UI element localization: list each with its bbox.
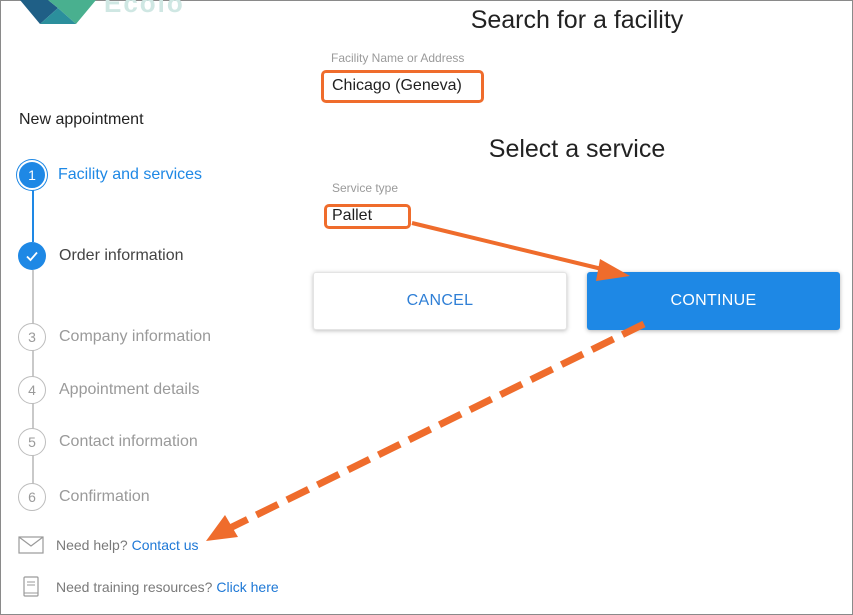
step-facility-and-services[interactable]: 1 Facility and services bbox=[18, 160, 202, 190]
step-number-badge: 4 bbox=[18, 376, 46, 404]
sidebar-title: New appointment bbox=[19, 111, 144, 128]
facility-search-heading: Search for a facility bbox=[470, 6, 684, 34]
facility-input[interactable]: Chicago (Geneva) bbox=[332, 77, 462, 95]
step-company-information[interactable]: 3 Company information bbox=[18, 322, 211, 352]
service-type-select[interactable]: Pallet bbox=[332, 207, 372, 225]
training-click-here-link[interactable]: Click here bbox=[216, 579, 278, 595]
step-order-information[interactable]: Order information bbox=[18, 241, 184, 271]
service-type-label: Service type bbox=[332, 181, 399, 195]
step-label: Company information bbox=[59, 328, 212, 345]
step-label: Appointment details bbox=[59, 381, 200, 398]
continue-button[interactable]: CONTINUE bbox=[587, 272, 840, 330]
contact-us-link[interactable]: Contact us bbox=[132, 537, 199, 553]
help-contact-row: Need help? Contact us bbox=[18, 535, 199, 555]
service-heading: Select a service bbox=[488, 135, 666, 163]
step-number-badge: 3 bbox=[18, 323, 46, 351]
help-training-text: Need training resources? bbox=[56, 579, 213, 595]
step-contact-information[interactable]: 5 Contact information bbox=[18, 427, 198, 457]
step-appointment-details[interactable]: 4 Appointment details bbox=[18, 375, 200, 405]
help-contact-text: Need help? bbox=[56, 537, 128, 553]
check-icon bbox=[18, 242, 46, 270]
step-number-badge: 1 bbox=[19, 162, 45, 188]
step-label: Contact information bbox=[59, 433, 198, 450]
step-confirmation[interactable]: 6 Confirmation bbox=[18, 482, 150, 512]
step-label: Confirmation bbox=[59, 488, 150, 505]
step-number-badge: 5 bbox=[18, 428, 46, 456]
step-label: Order information bbox=[59, 247, 184, 264]
brand-logo-text: Ecolo bbox=[104, 0, 185, 18]
book-icon bbox=[18, 576, 44, 597]
step-label: Facility and services bbox=[58, 166, 203, 183]
cancel-button[interactable]: CANCEL bbox=[313, 272, 567, 330]
facility-field-label: Facility Name or Address bbox=[331, 51, 465, 65]
help-training-row: Need training resources? Click here bbox=[18, 576, 279, 597]
envelope-icon bbox=[18, 535, 44, 555]
step-number-badge: 6 bbox=[18, 483, 46, 511]
stepper-line-completed bbox=[32, 190, 34, 242]
brand-logo-icon bbox=[20, 0, 96, 24]
